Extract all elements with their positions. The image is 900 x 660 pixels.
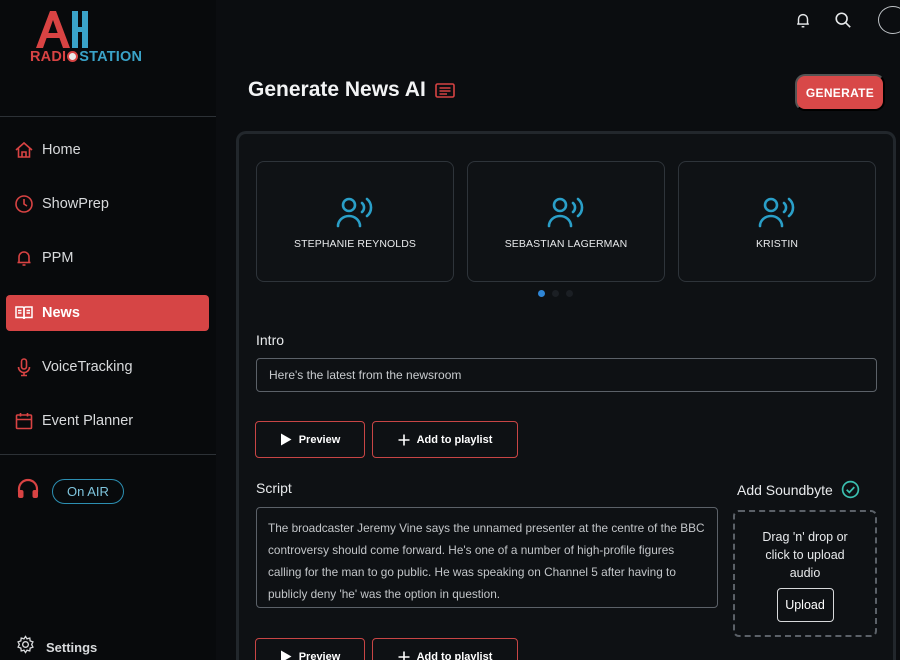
play-icon: [280, 650, 292, 660]
intro-preview-label: Preview: [298, 433, 341, 446]
logo-mark-icon: [36, 11, 88, 48]
dropzone-text: Drag 'n' drop or click to upload audio: [762, 530, 848, 580]
plus-icon: [398, 651, 410, 660]
sidebar-item-label: VoiceTracking: [42, 359, 133, 375]
newspaper-icon: [434, 82, 455, 98]
sidebar-item-news[interactable]: News: [6, 295, 209, 331]
sidebar-item-event-planner[interactable]: Event Planner: [6, 403, 209, 439]
logo[interactable]: RADI STATION: [30, 8, 150, 68]
notifications-bell-icon[interactable]: [793, 10, 813, 30]
presenter-card[interactable]: SEBASTIAN LAGERMAN: [467, 161, 665, 282]
carousel-dot[interactable]: [538, 290, 545, 297]
presenter-voice-icon: [547, 195, 585, 229]
home-icon: [14, 140, 34, 160]
upload-button[interactable]: Upload: [776, 588, 834, 622]
presenter-card[interactable]: STEPHANIE REYNOLDS: [256, 161, 454, 282]
sidebar-item-ppm[interactable]: PPM: [6, 240, 209, 276]
logo-text-right: STATION: [79, 49, 143, 65]
intro-preview-button[interactable]: Preview: [255, 421, 365, 458]
book-icon: [14, 303, 34, 323]
carousel-dot[interactable]: [552, 290, 559, 297]
sidebar-divider-top: [0, 116, 216, 117]
script-label: Script: [256, 480, 292, 496]
calendar-icon: [14, 411, 34, 431]
script-add-to-playlist-button[interactable]: Add to playlist: [372, 638, 518, 660]
presenter-name: STEPHANIE REYNOLDS: [294, 238, 416, 250]
check-circle-icon: [841, 480, 860, 499]
presenter-card[interactable]: KRISTIN: [678, 161, 876, 282]
presenter-voice-icon: [758, 195, 796, 229]
on-air-button[interactable]: On AIR: [52, 479, 124, 504]
soundbyte-dropzone[interactable]: Drag 'n' drop or click to upload audio U…: [733, 510, 877, 637]
script-preview-button[interactable]: Preview: [255, 638, 365, 660]
presenter-name: SEBASTIAN LAGERMAN: [504, 238, 628, 250]
intro-label: Intro: [256, 332, 285, 348]
on-air-row: On AIR: [16, 477, 124, 506]
headphones-icon: [16, 477, 40, 506]
sidebar-item-label: ShowPrep: [42, 196, 109, 212]
script-playlist-label: Add to playlist: [416, 650, 493, 660]
avatar[interactable]: [878, 6, 900, 34]
page-title-text: Generate News AI: [248, 78, 426, 101]
clock-icon: [14, 194, 34, 214]
sidebar-item-label: Home: [42, 142, 81, 158]
intro-add-to-playlist-button[interactable]: Add to playlist: [372, 421, 518, 458]
logo-disc-icon: [67, 51, 79, 62]
soundbyte-label: Add Soundbyte: [737, 481, 833, 498]
logo-text: RADI STATION: [30, 49, 142, 65]
gear-icon: [16, 635, 35, 659]
presenter-name: KRISTIN: [755, 238, 799, 250]
page-title: Generate News AI: [248, 78, 455, 102]
plus-icon: [398, 434, 410, 445]
carousel-dot[interactable]: [566, 290, 573, 297]
sidebar-item-label: PPM: [42, 250, 74, 266]
sidebar-item-showprep[interactable]: ShowPrep: [6, 186, 209, 222]
microphone-icon: [14, 357, 34, 377]
script-textarea[interactable]: The broadcaster Jeremy Vine says the unn…: [256, 507, 718, 608]
app: RADI STATION Home ShowPrep PPM News Voic…: [0, 0, 900, 660]
carousel-dots: [538, 290, 573, 297]
logo-text-left: RADI: [30, 49, 67, 65]
soundbyte-header: Add Soundbyte: [737, 480, 860, 499]
sidebar-item-home[interactable]: Home: [6, 132, 209, 168]
sidebar-item-label: Event Planner: [42, 413, 134, 429]
search-icon[interactable]: [833, 10, 853, 30]
generate-button[interactable]: GENERATE: [795, 74, 885, 111]
settings-label: Settings: [46, 639, 98, 655]
sidebar-divider-bottom: [0, 454, 216, 455]
script-preview-label: Preview: [298, 650, 341, 660]
settings-link[interactable]: Settings: [16, 635, 97, 659]
bell-icon: [14, 248, 34, 268]
play-icon: [280, 433, 292, 446]
sidebar-item-label: News: [42, 305, 80, 321]
sidebar: RADI STATION Home ShowPrep PPM News Voic…: [0, 0, 216, 660]
sidebar-item-voicetracking[interactable]: VoiceTracking: [6, 349, 209, 385]
intro-playlist-label: Add to playlist: [416, 433, 493, 446]
intro-input[interactable]: [256, 358, 877, 392]
presenter-voice-icon: [336, 195, 374, 229]
